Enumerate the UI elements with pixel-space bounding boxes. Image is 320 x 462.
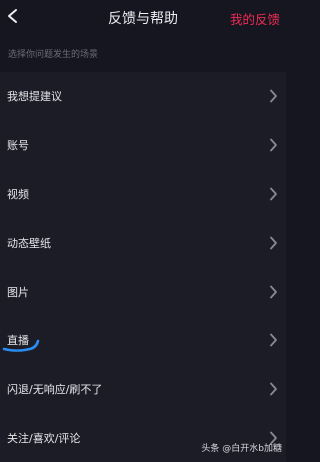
list-item-label: 动态壁纸	[7, 236, 51, 250]
section-hint-text: 选择你问题发生的场景	[8, 50, 99, 60]
chevron-right-icon	[270, 187, 277, 201]
list-item-live-wallpaper[interactable]: 动态壁纸	[0, 218, 286, 267]
chevron-right-icon	[270, 138, 277, 152]
list-item-follow-like-comment[interactable]: 关注/喜欢/评论	[0, 414, 286, 462]
list-item-image[interactable]: 图片	[0, 267, 286, 316]
list-item-crash[interactable]: 闪退/无响应/刷不了	[0, 365, 286, 414]
chevron-right-icon	[270, 236, 277, 250]
list-item-label: 直播	[7, 334, 29, 348]
my-feedback-link[interactable]: 我的反馈	[230, 9, 280, 28]
chevron-right-icon	[270, 89, 277, 103]
list-item-label: 闪退/无响应/刷不了	[7, 383, 103, 397]
watermark: 头条 @白开水b加糖	[201, 444, 282, 454]
scenario-list: 我想提建议 账号 视频 动态壁纸 图片 直播 闪退/无响应/刷不了 关注/喜欢/…	[0, 72, 286, 462]
chevron-right-icon	[270, 285, 277, 298]
list-item-suggestion[interactable]: 我想提建议	[0, 72, 286, 121]
list-item-label: 我想提建议	[7, 90, 62, 104]
list-item-livestream[interactable]: 直播	[0, 316, 286, 365]
top-bar: 反馈与帮助 我的反馈	[0, 0, 286, 34]
list-item-label: 图片	[7, 285, 29, 299]
chevron-right-icon	[270, 333, 277, 347]
list-item-video[interactable]: 视频	[0, 170, 286, 219]
chevron-right-icon	[270, 382, 277, 396]
list-item-label: 关注/喜欢/评论	[7, 431, 81, 445]
list-item-label: 账号	[7, 139, 29, 153]
section-hint: 选择你问题发生的场景	[0, 34, 286, 72]
list-item-account[interactable]: 账号	[0, 121, 286, 170]
list-item-label: 视频	[7, 187, 29, 201]
